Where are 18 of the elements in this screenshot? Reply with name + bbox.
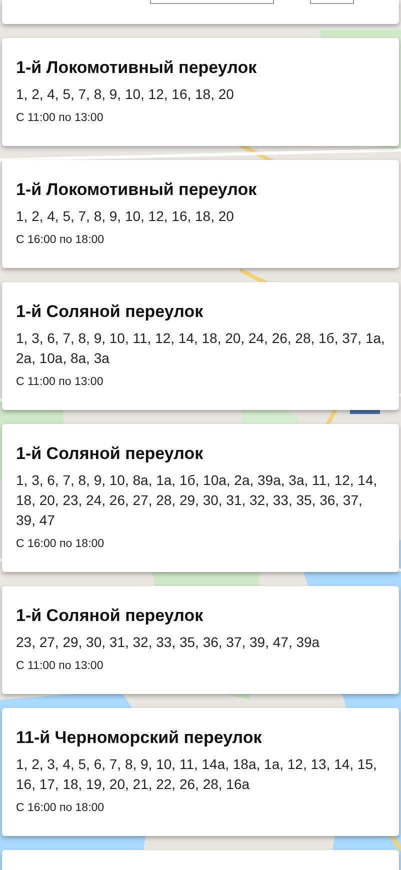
- house-numbers: 1, 2, 4, 5, 7, 8, 9, 10, 12, 16, 18, 20: [16, 207, 235, 226]
- house-numbers: 23, 27, 29, 30, 31, 32, 33, 35, 36, 37, 39, 47, 39а: [16, 633, 321, 652]
- outage-time: С 11:00 по 13:00: [16, 375, 104, 390]
- street-name: 1-й Локомотивный переулок: [16, 179, 258, 201]
- street-name: 1-й Соляной переулок: [16, 301, 204, 323]
- street-name: 11-й Черноморский переулок: [16, 727, 263, 749]
- house-numbers: 1, 2, 3, 4, 5, 6, 7, 8, 9, 10, 11, 14а, 18а, 1а, 12, 13, 14, 15, 16, 17, 18, 19, 20, 21, 22, 26, 28, 16а: [16, 755, 378, 794]
- house-numbers: 1, 3, 6, 7, 8, 9, 10, 11, 12, 14, 18, 20, 24, 26, 28, 1б, 37, 1а, 2а, 10а, 8а, 3а: [16, 329, 385, 368]
- house-numbers: 1, 3, 6, 7, 8, 9, 10, 8а, 1а, 1б, 10а, 2а, 39а, 3а, 11, 12, 14, 18, 20, 23, 24, 26, 27, 28, 29, 30, 31, 32, 33, 35, 36, 37, 39, 47: [16, 471, 378, 530]
- street-name: 1-й Локомотивный переулок: [16, 57, 258, 79]
- outage-time: С 11:00 по 13:00: [16, 659, 104, 674]
- outage-time: С 16:00 по 18:00: [16, 537, 106, 552]
- outage-time: С 16:00 по 18:00: [16, 801, 106, 816]
- house-numbers: 1, 2, 4, 5, 7, 8, 9, 10, 12, 16, 18, 20: [16, 85, 235, 104]
- outage-time: С 11:00 по 13:00: [16, 111, 104, 126]
- street-name: 1-й Соляной переулок: [16, 605, 204, 627]
- outage-time: С 16:00 по 18:00: [16, 233, 106, 248]
- street-name: 1-й Соляной переулок: [16, 443, 204, 465]
